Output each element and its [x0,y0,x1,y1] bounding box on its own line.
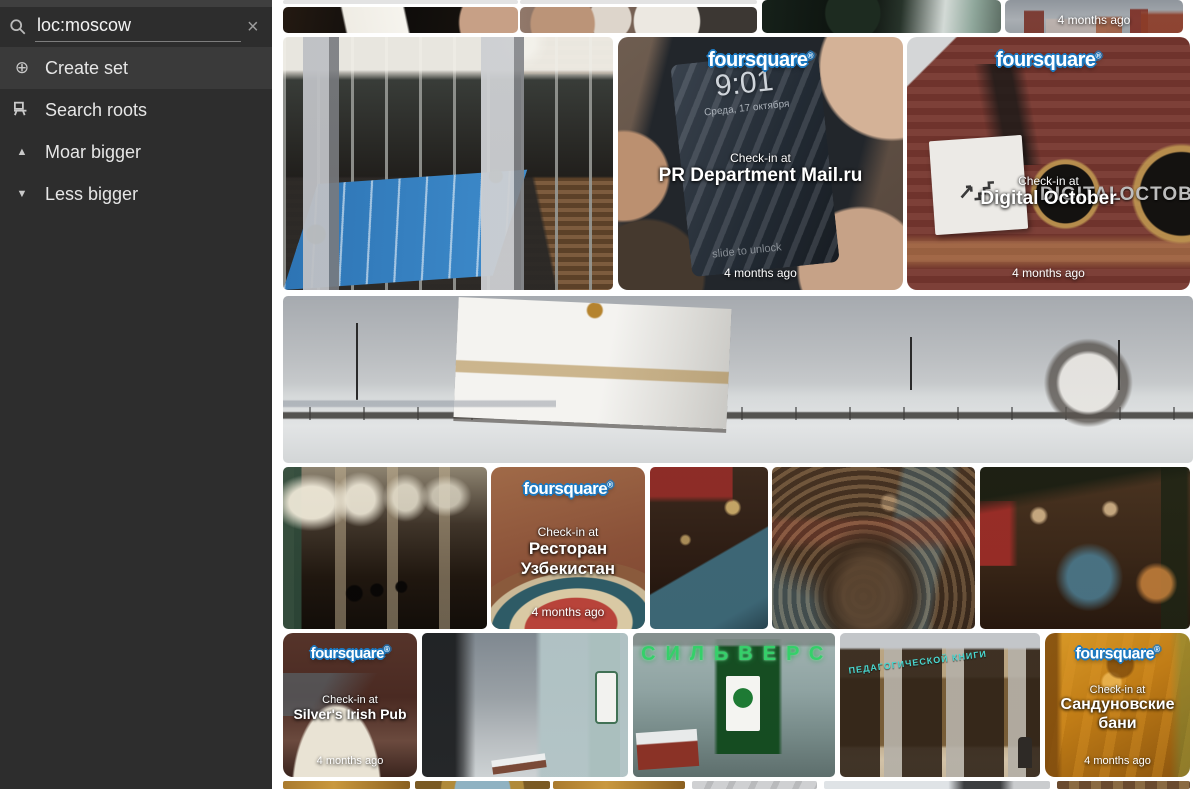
venue-name: Digital October [980,188,1116,210]
neon-sign-text: СИЛЬВЕРС [641,643,782,666]
sidebar-item-search-roots[interactable]: Search roots [0,89,272,131]
photo-tile-pub-entrance[interactable]: СИЛЬВЕРС [633,633,835,777]
timestamp: 4 months ago [1012,266,1085,280]
october-sign-text: OCTOB [1120,184,1190,206]
foursquare-logo: foursquare® [523,479,612,499]
photo-tile-restaurant-1[interactable] [650,467,768,629]
sidebar: × ⊕ Create set Search roots ▲ Moar bigge… [0,0,272,789]
photo-sliver [520,0,757,4]
phone-unlock-text: slide to unlock [712,242,783,261]
photo-sliver [824,781,1050,789]
clear-search-icon[interactable]: × [241,17,265,37]
photo-tile-restaurant-stream[interactable] [772,467,975,629]
checkin-label: Check-in at [293,694,406,706]
timestamp: 4 months ago [1084,755,1151,767]
photo-tile-pub-alley[interactable] [422,633,628,777]
photo-tile-st-basils[interactable]: 4 months ago [1005,0,1183,33]
sidebar-item-label: Search roots [45,100,147,121]
timestamp: 4 months ago [724,266,797,280]
checkin-card-uzbekistan[interactable]: foursquare® Check-in at Ресторан Узбекис… [491,467,645,629]
registered-mark: ® [607,480,612,489]
photo-tile-dark-figure[interactable] [762,0,1001,33]
circle-plus-icon: ⊕ [10,58,34,78]
checkin-card-mailru[interactable]: foursquare® 9:01 Среда, 17 октября slide… [618,37,903,290]
sidebar-item-label: Less bigger [45,184,138,205]
sidebar-item-less-bigger[interactable]: ▼ Less bigger [0,173,272,215]
photo-grid: 4 months ago foursquare® 9:01 Среда, 17 … [272,0,1195,789]
photo-sliver [1057,781,1190,789]
checkin-text-block: Check-in at Ресторан Узбекистан [499,525,637,579]
photo-sliver [692,781,817,789]
photo-sliver [283,0,518,4]
checkin-text-block: Check-in at Сандуновские бани [1053,684,1182,734]
registered-mark: ® [384,645,389,654]
registered-mark: ® [808,51,813,60]
venue-name: PR Department Mail.ru [659,165,863,187]
photo-tile-cathedral-panorama[interactable] [283,296,1193,463]
checkin-text-block: Check-in at PR Department Mail.ru [659,151,863,187]
bookstore-sign-text: ПЕДАГОГИЧЕСКОЙ КНИГИ [848,646,1008,675]
checkin-label: Check-in at [659,151,863,165]
timestamp: 4 months ago [317,755,384,767]
triangle-down-icon: ▼ [10,188,34,200]
sidebar-item-create-set[interactable]: ⊕ Create set [0,47,272,89]
checkin-card-silvers[interactable]: foursquare® Check-in at Silver's Irish P… [283,633,417,777]
foursquare-logo: foursquare® [311,645,390,662]
photo-tile-desk[interactable] [283,7,518,33]
easel-stand-icon [10,100,34,121]
photo-sliver [283,781,410,789]
search-row: × [0,7,272,47]
search-icon [9,18,27,36]
venue-name: Ресторан Узбекистан [499,539,637,579]
photo-tile-restaurant-2[interactable] [980,467,1190,629]
search-input[interactable] [35,12,241,42]
checkin-text-block: Check-in at Silver's Irish Pub [293,694,406,723]
sidebar-item-moar-bigger[interactable]: ▲ Moar bigger [0,131,272,173]
venue-name: Silver's Irish Pub [293,706,406,723]
sidebar-item-label: Moar bigger [45,142,141,163]
timestamp: 4 months ago [532,605,605,619]
photo-tile-mailru-atrium[interactable] [283,37,613,290]
sidebar-top-strip [0,0,272,7]
foursquare-logo: foursquare® [708,49,813,72]
venue-name: Сандуновские бани [1053,696,1182,734]
foursquare-logo: foursquare® [1076,645,1160,663]
checkin-text-block: Check-in at Digital October [980,174,1116,210]
checkin-card-sanduny[interactable]: foursquare® Check-in at Сандуновские бан… [1045,633,1190,777]
foursquare-logo: foursquare® [996,49,1101,72]
photo-tile-people[interactable] [520,7,757,33]
checkin-label: Check-in at [499,525,637,539]
sidebar-item-label: Create set [45,58,128,79]
triangle-up-icon: ▲ [10,146,34,158]
checkin-card-digital-october[interactable]: foursquare® DIGITAL OCTOB Check-in at Di… [907,37,1190,290]
checkin-label: Check-in at [980,174,1116,188]
registered-mark: ® [1154,645,1159,654]
photo-sliver [553,781,685,789]
photo-tile-bookstore[interactable]: ПЕДАГОГИЧЕСКОЙ КНИГИ [840,633,1040,777]
checkin-label: Check-in at [1053,684,1182,696]
registered-mark: ® [1096,51,1101,60]
photo-sliver [415,781,550,789]
timestamp-overlay: 4 months ago [1058,13,1131,27]
app-window: × ⊕ Create set Search roots ▲ Moar bigge… [0,0,1195,789]
photo-tile-metro[interactable] [283,467,487,629]
